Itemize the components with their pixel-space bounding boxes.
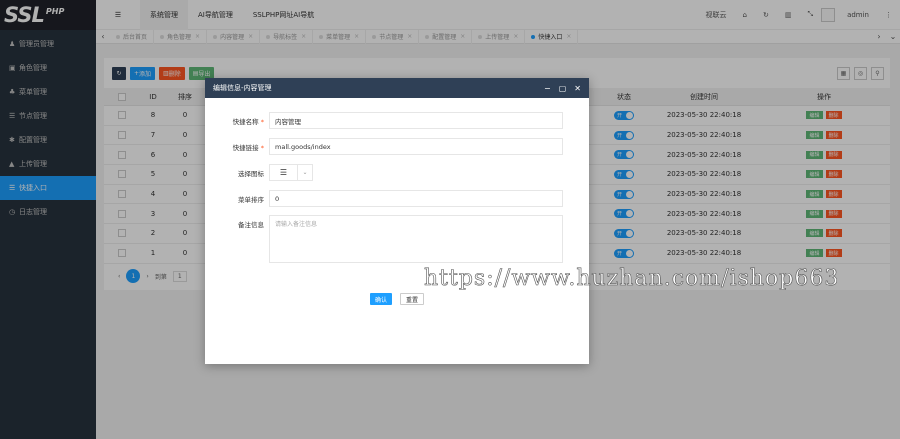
sort-label: 菜单排序 — [238, 195, 264, 204]
shortcut-name-input[interactable]: 内容管理 — [269, 112, 563, 129]
required-mark: * — [260, 117, 264, 126]
dialog-header[interactable]: 编辑信息-内容管理 − ▢ ✕ — [205, 78, 589, 98]
field-label: 快捷名称 * — [205, 116, 269, 126]
field-label: 快捷链接 * — [205, 142, 269, 152]
icon-select[interactable]: ☰ ⌄ — [269, 164, 313, 181]
edit-dialog: 编辑信息-内容管理 − ▢ ✕ 快捷名称 * 内容管理 快捷链接 * mall.… — [205, 78, 589, 364]
reset-button[interactable]: 重置 — [400, 293, 425, 305]
form-row-sort: 菜单排序 0 — [205, 190, 563, 207]
required-mark: * — [260, 143, 264, 152]
dialog-title: 编辑信息-内容管理 — [213, 84, 272, 92]
dialog-buttons: 确认 重置 — [205, 293, 589, 305]
shortcut-link-input[interactable]: mall.goods/index — [269, 138, 563, 155]
form-row-remark: 备注信息 请输入备注信息 — [205, 215, 563, 263]
remark-label: 备注信息 — [238, 221, 264, 229]
form-row-link: 快捷链接 * mall.goods/index — [205, 138, 563, 155]
name-label: 快捷名称 — [232, 117, 259, 126]
watermark: https://www.huzhan.com/ishop663 — [424, 266, 840, 292]
maximize-icon[interactable]: ▢ — [559, 84, 567, 93]
dialog-controls: − ▢ ✕ — [544, 84, 589, 93]
chevron-down-icon: ⌄ — [302, 169, 308, 176]
minimize-icon[interactable]: − — [544, 84, 551, 93]
form-row-icon: 选择图标 ☰ ⌄ — [205, 164, 313, 181]
sort-input[interactable]: 0 — [269, 190, 563, 207]
remark-textarea[interactable]: 请输入备注信息 — [269, 215, 563, 263]
confirm-button[interactable]: 确认 — [369, 293, 392, 305]
link-label: 快捷链接 — [232, 143, 259, 152]
close-icon[interactable]: ✕ — [574, 84, 581, 93]
selected-list-icon: ☰ — [270, 165, 298, 180]
icon-label: 选择图标 — [238, 169, 264, 178]
form-row-name: 快捷名称 * 内容管理 — [205, 112, 563, 129]
